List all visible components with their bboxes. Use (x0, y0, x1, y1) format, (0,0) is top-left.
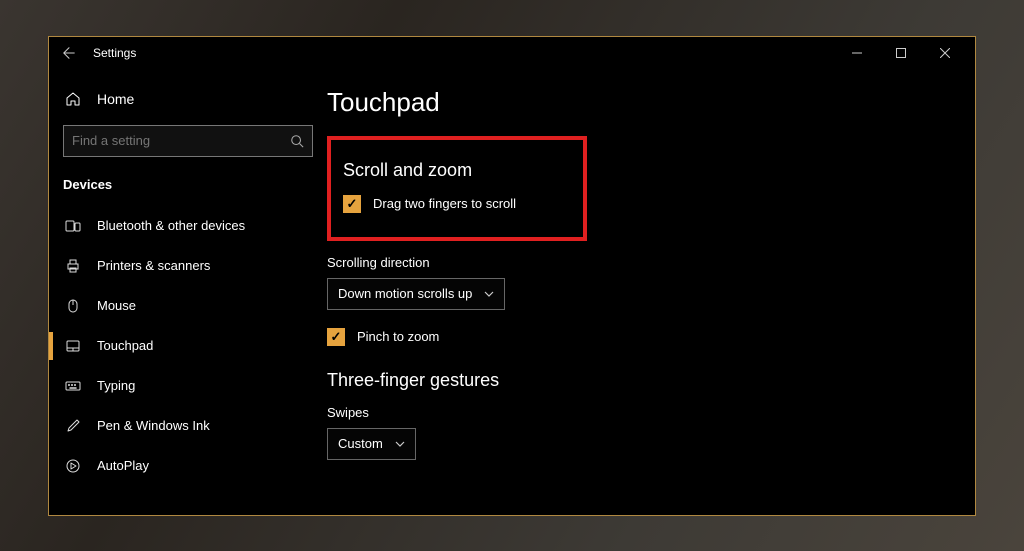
checkbox-checked-icon: ✓ (327, 328, 345, 346)
chevron-down-icon (395, 441, 405, 447)
sidebar-item-pen[interactable]: Pen & Windows Ink (49, 406, 327, 446)
sidebar-item-label: Mouse (97, 298, 136, 313)
window-body: Home Devices Bluetooth & other devices (49, 69, 975, 515)
close-icon (940, 48, 950, 58)
window-title: Settings (93, 46, 136, 60)
search-icon (290, 134, 304, 148)
sidebar-item-label: Printers & scanners (97, 258, 210, 273)
devices-icon (63, 218, 83, 234)
sidebar-item-mouse[interactable]: Mouse (49, 286, 327, 326)
page-title: Touchpad (327, 87, 975, 118)
scrolling-direction-dropdown[interactable]: Down motion scrolls up (327, 278, 505, 310)
home-icon (63, 91, 83, 107)
minimize-icon (852, 48, 862, 58)
sidebar: Home Devices Bluetooth & other devices (49, 69, 327, 515)
swipes-label: Swipes (327, 405, 975, 420)
sidebar-item-touchpad[interactable]: Touchpad (49, 326, 327, 366)
dropdown-value: Custom (338, 436, 383, 451)
sidebar-item-autoplay[interactable]: AutoPlay (49, 446, 327, 486)
checkbox-label: Drag two fingers to scroll (373, 196, 516, 211)
checkbox-label: Pinch to zoom (357, 329, 439, 344)
checkbox-checked-icon: ✓ (343, 195, 361, 213)
pen-icon (63, 418, 83, 434)
sidebar-item-label: Bluetooth & other devices (97, 218, 245, 233)
minimize-button[interactable] (835, 39, 879, 67)
sidebar-item-label: Pen & Windows Ink (97, 418, 210, 433)
three-finger-section: Three-finger gestures Swipes Custom (327, 370, 975, 460)
highlight-annotation: Scroll and zoom ✓ Drag two fingers to sc… (327, 136, 587, 241)
maximize-button[interactable] (879, 39, 923, 67)
home-label: Home (97, 91, 134, 107)
maximize-icon (896, 48, 906, 58)
sidebar-item-label: Typing (97, 378, 135, 393)
sidebar-group-header: Devices (49, 169, 327, 206)
mouse-icon (63, 298, 83, 314)
back-arrow-icon (62, 46, 76, 60)
dropdown-value: Down motion scrolls up (338, 286, 472, 301)
search-input[interactable] (72, 133, 290, 148)
settings-window: Settings Home Devices (48, 36, 976, 516)
sidebar-item-label: AutoPlay (97, 458, 149, 473)
scroll-zoom-section: Scroll and zoom ✓ Drag two fingers to sc… (343, 160, 571, 213)
three-finger-header: Three-finger gestures (327, 370, 975, 391)
content-pane: Touchpad Scroll and zoom ✓ Drag two fing… (327, 69, 975, 515)
drag-two-fingers-checkbox[interactable]: ✓ Drag two fingers to scroll (343, 195, 571, 213)
printer-icon (63, 258, 83, 274)
home-nav[interactable]: Home (49, 79, 327, 119)
swipes-dropdown[interactable]: Custom (327, 428, 416, 460)
scrolling-direction-label: Scrolling direction (327, 255, 975, 270)
sidebar-item-typing[interactable]: Typing (49, 366, 327, 406)
touchpad-icon (63, 338, 83, 354)
close-button[interactable] (923, 39, 967, 67)
autoplay-icon (63, 458, 83, 474)
sidebar-item-printers[interactable]: Printers & scanners (49, 246, 327, 286)
chevron-down-icon (484, 291, 494, 297)
titlebar: Settings (49, 37, 975, 69)
back-button[interactable] (57, 41, 81, 65)
sidebar-item-bluetooth[interactable]: Bluetooth & other devices (49, 206, 327, 246)
pinch-to-zoom-checkbox[interactable]: ✓ Pinch to zoom (327, 328, 975, 346)
sidebar-item-label: Touchpad (97, 338, 153, 353)
scroll-zoom-header: Scroll and zoom (343, 160, 571, 181)
keyboard-icon (63, 378, 83, 394)
search-box[interactable] (63, 125, 313, 157)
sidebar-nav: Bluetooth & other devices Printers & sca… (49, 206, 327, 486)
